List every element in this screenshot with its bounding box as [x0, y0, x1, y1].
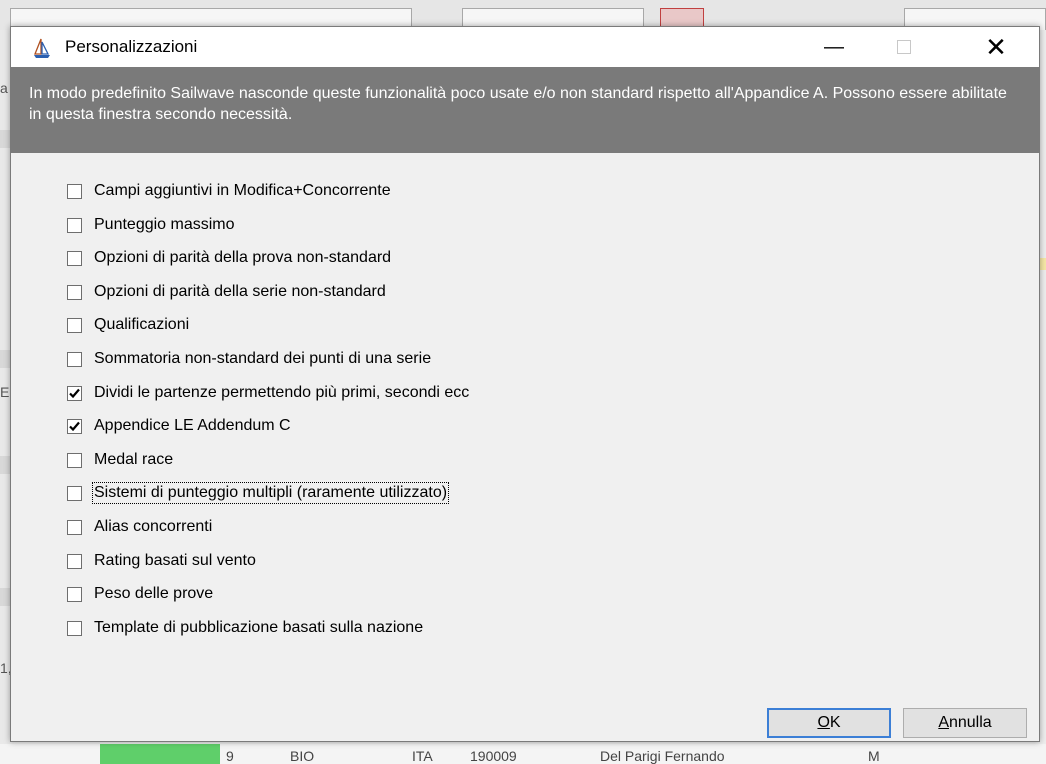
option-checkbox[interactable]	[67, 519, 82, 535]
option-label: Opzioni di parità della prova non-standa…	[94, 249, 392, 266]
option-row[interactable]: Alias concorrenti	[67, 515, 212, 539]
option-checkbox[interactable]	[67, 317, 82, 333]
option-label: Appendice LE Addendum C	[94, 417, 291, 434]
option-checkbox[interactable]	[67, 418, 82, 434]
option-checkbox[interactable]	[67, 452, 82, 468]
option-checkbox[interactable]	[67, 250, 82, 266]
option-row[interactable]: Peso delle prove	[67, 582, 213, 606]
option-label: Peso delle prove	[94, 585, 214, 602]
option-checkbox[interactable]	[67, 183, 82, 199]
title-bar[interactable]: Personalizzazioni — ✕	[11, 27, 1039, 67]
option-row[interactable]: Dividi le partenze permettendo più primi…	[67, 381, 469, 405]
info-banner-text: In modo predefinito Sailwave nasconde qu…	[29, 85, 1007, 123]
option-label: Opzioni di parità della serie non-standa…	[94, 283, 386, 300]
window-title: Personalizzazioni	[65, 37, 198, 56]
option-label: Rating basati sul vento	[94, 552, 256, 569]
option-checkbox[interactable]	[67, 217, 82, 233]
option-label: Template di pubblicazione basati sulla n…	[94, 619, 424, 636]
maximize-icon	[897, 40, 911, 54]
background-left-char: a	[0, 80, 8, 96]
option-label: Medal race	[94, 451, 174, 468]
option-checkbox[interactable]	[67, 284, 82, 300]
option-label: Alias concorrenti	[94, 518, 213, 535]
cancel-label-rest: nnulla	[948, 714, 992, 731]
ok-button[interactable]: OK	[767, 708, 891, 738]
background-cell: 9	[226, 748, 234, 764]
option-row[interactable]: Template di pubblicazione basati sulla n…	[67, 616, 423, 640]
option-row[interactable]: Punteggio massimo	[67, 213, 235, 237]
info-banner: In modo predefinito Sailwave nasconde qu…	[11, 67, 1039, 153]
option-label: Qualificazioni	[94, 316, 190, 333]
option-label: Sommatoria non-standard dei punti di una…	[94, 350, 432, 367]
option-label: Punteggio massimo	[94, 216, 235, 233]
minimize-icon: —	[824, 35, 844, 58]
option-checkbox[interactable]	[67, 485, 82, 501]
option-row[interactable]: Campi aggiuntivi in Modifica+Concorrente	[67, 179, 391, 203]
option-checkbox[interactable]	[67, 620, 82, 636]
minimize-button[interactable]: —	[803, 27, 865, 67]
background-green-cell	[100, 744, 220, 764]
close-button[interactable]: ✕	[965, 27, 1027, 67]
maximize-button[interactable]	[873, 27, 935, 67]
option-label: Campi aggiuntivi in Modifica+Concorrente	[94, 182, 391, 199]
option-row[interactable]: Sistemi di punteggio multipli (raramente…	[67, 481, 450, 505]
customizations-dialog: Personalizzazioni — ✕ In modo predefinit…	[10, 26, 1040, 742]
option-row[interactable]: Opzioni di parità della prova non-standa…	[67, 246, 391, 270]
background-cell: 190009	[470, 748, 517, 764]
check-icon	[69, 421, 80, 431]
close-icon: ✕	[985, 31, 1007, 62]
option-row[interactable]: Opzioni di parità della serie non-standa…	[67, 280, 386, 304]
option-row[interactable]: Medal race	[67, 448, 173, 472]
cancel-button[interactable]: Annulla	[903, 708, 1027, 738]
background-cell: M	[868, 748, 880, 764]
ok-label-rest: K	[829, 714, 841, 731]
option-row[interactable]: Appendice LE Addendum C	[67, 414, 291, 438]
option-checkbox[interactable]	[67, 553, 82, 569]
ok-mnemonic: O	[817, 714, 830, 731]
option-checkbox[interactable]	[67, 385, 82, 401]
background-left-char: E	[0, 384, 10, 400]
background-cell: BIO	[290, 748, 315, 764]
option-row[interactable]: Qualificazioni	[67, 313, 189, 337]
option-checkbox[interactable]	[67, 586, 82, 602]
check-icon	[69, 388, 80, 398]
option-label: Dividi le partenze permettendo più primi…	[94, 384, 470, 401]
sailboat-icon	[34, 38, 50, 58]
option-row[interactable]: Sommatoria non-standard dei punti di una…	[67, 347, 431, 371]
option-checkbox[interactable]	[67, 351, 82, 367]
cancel-mnemonic: A	[938, 714, 949, 731]
background-cell: Del Parigi Fernando	[600, 748, 725, 764]
option-label: Sistemi di punteggio multipli (raramente…	[91, 482, 450, 504]
option-row[interactable]: Rating basati sul vento	[67, 549, 256, 573]
background-cell: ITA	[412, 748, 433, 764]
